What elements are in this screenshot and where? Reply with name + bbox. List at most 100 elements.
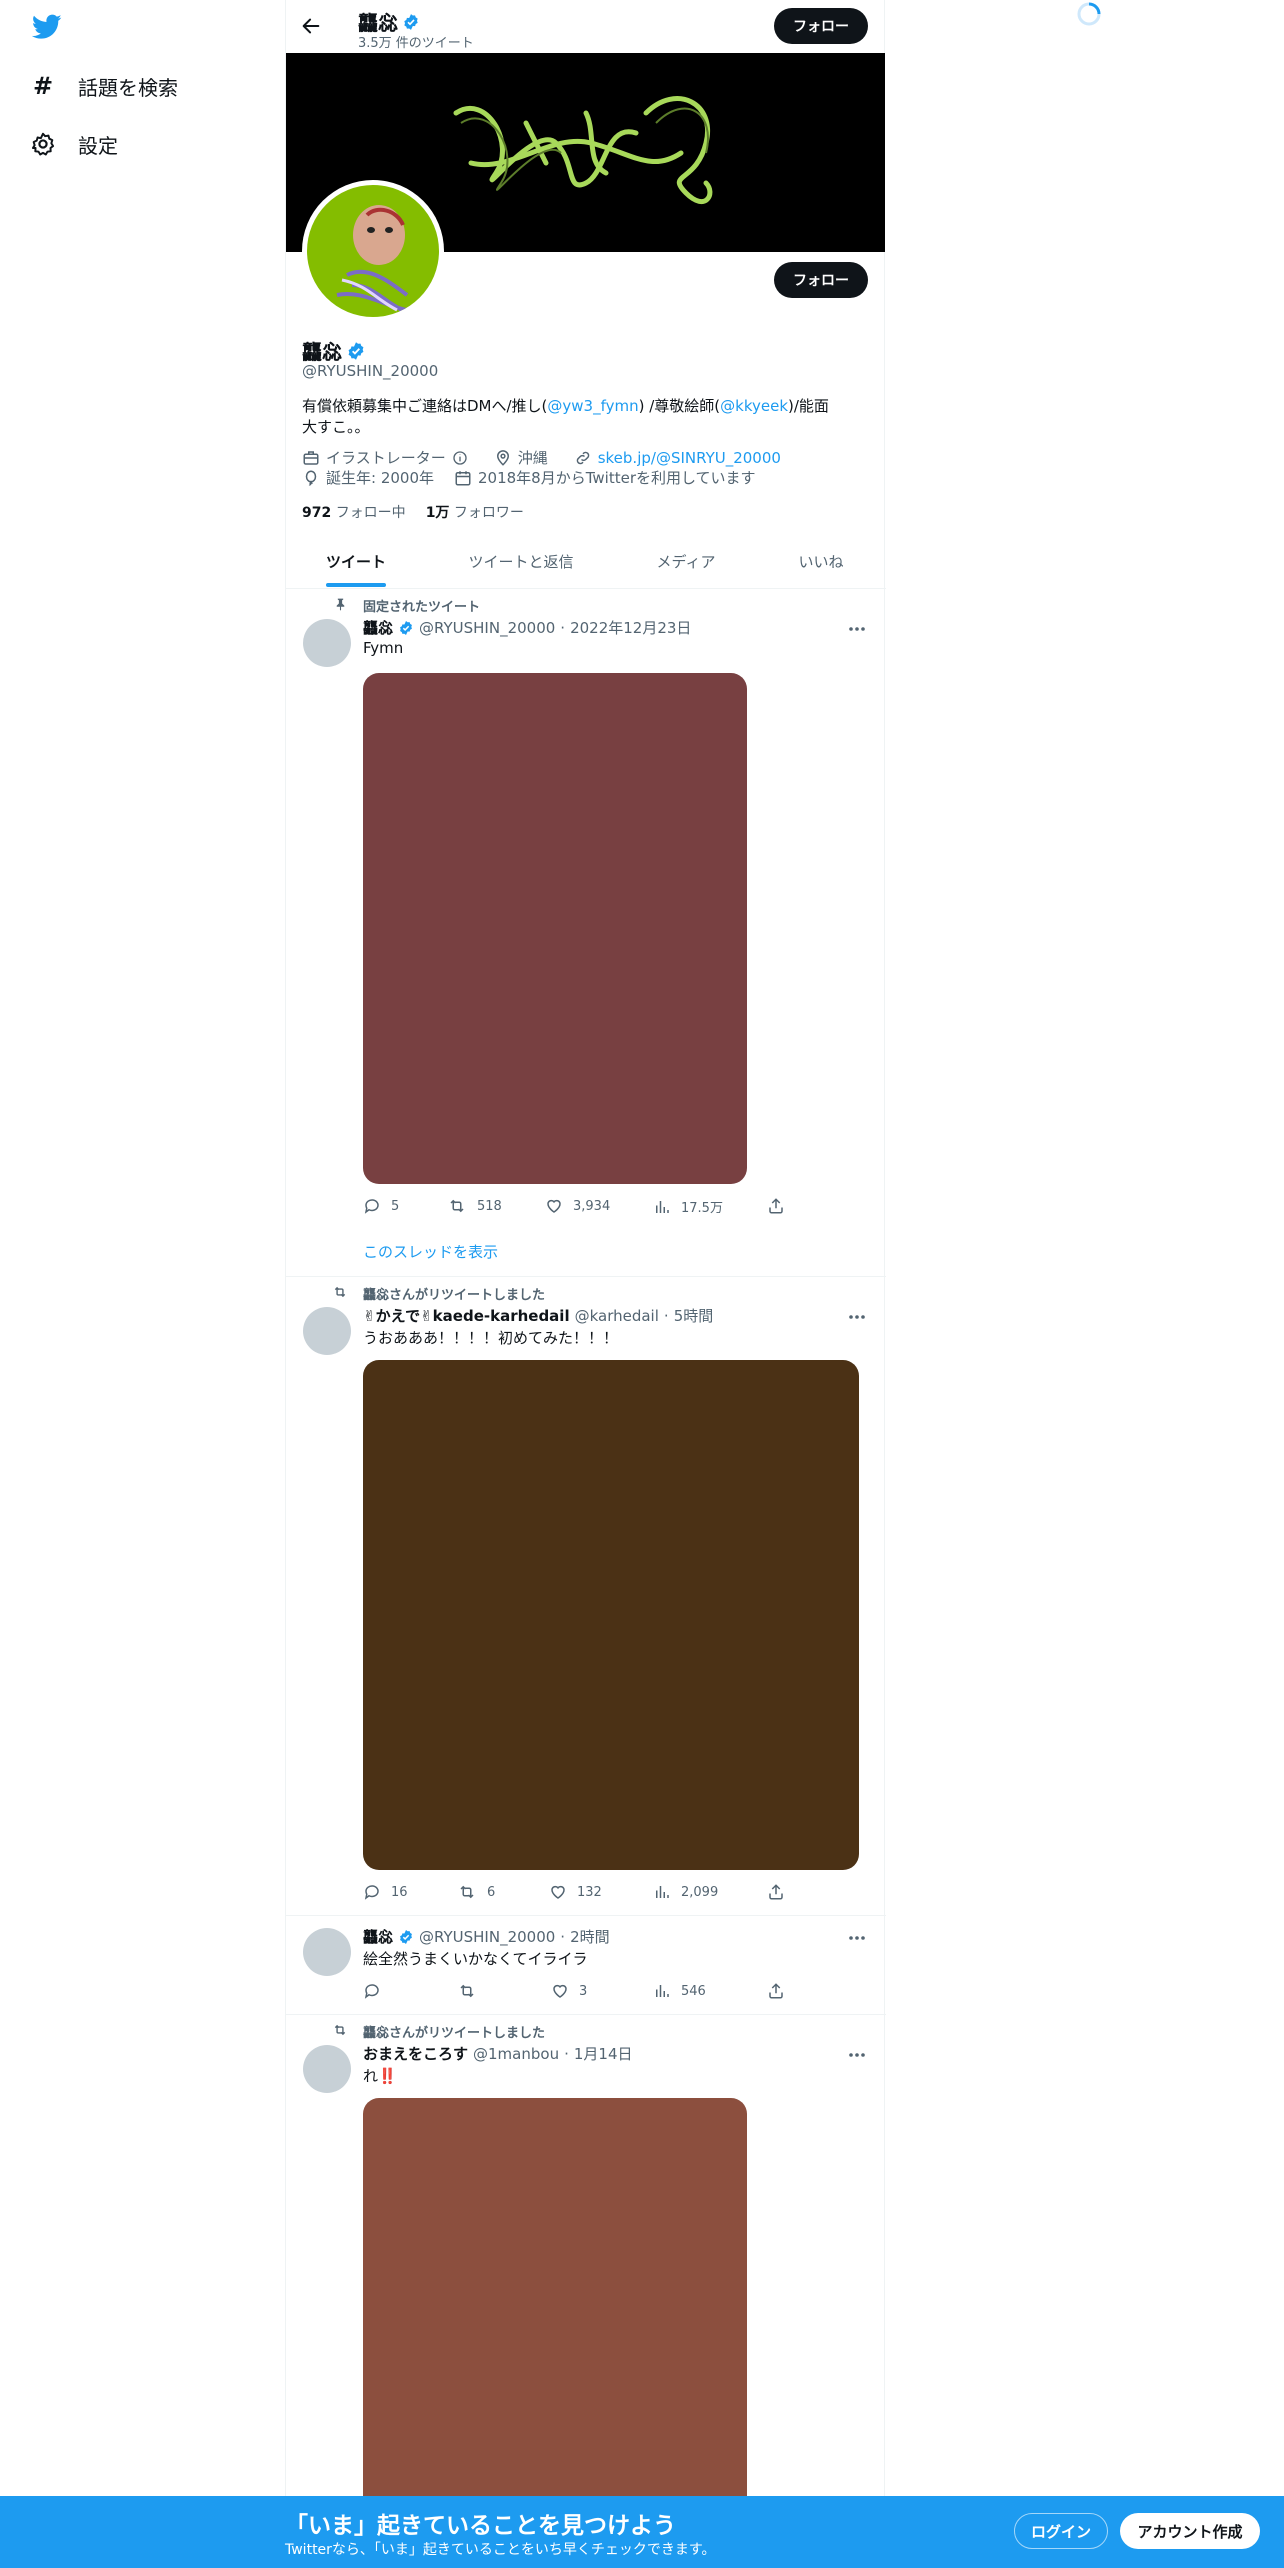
profile-handle: @RYUSHIN_20000 xyxy=(302,362,439,380)
tab-media[interactable]: メディア xyxy=(616,535,756,587)
sidebar-item-settings[interactable]: 設定 xyxy=(30,124,118,164)
hashtag-icon: # xyxy=(32,72,54,100)
tweet-time[interactable]: 5時間 xyxy=(674,1305,714,1326)
views-button[interactable]: 546 xyxy=(653,1982,706,2000)
separator-dot: · xyxy=(560,618,566,637)
tab-tweets-and-replies[interactable]: ツイートと返信 xyxy=(426,535,616,587)
separator-dot: · xyxy=(560,1927,566,1946)
reply-button[interactable]: 5 xyxy=(363,1197,399,1215)
reply-icon xyxy=(363,1883,381,1901)
views-button[interactable]: 2,099 xyxy=(653,1883,718,1901)
bio-mention-link[interactable]: @yw3_fymn xyxy=(547,397,638,415)
profile-url-link[interactable]: skeb.jp/@SINRYU_20000 xyxy=(598,449,781,467)
more-options-icon[interactable] xyxy=(845,2045,869,2065)
header-follow-button[interactable]: フォロー xyxy=(774,8,868,44)
bio-mention-link[interactable]: @kkyeek xyxy=(720,397,788,415)
profile-location: 沖縄 xyxy=(517,449,548,467)
back-arrow-icon[interactable] xyxy=(300,15,322,37)
verified-badge-icon xyxy=(398,1929,414,1945)
like-button[interactable]: 3 xyxy=(551,1982,587,2000)
signup-button[interactable]: アカウント作成 xyxy=(1120,2513,1260,2549)
tweet[interactable]: 龘惢さんがリツイートしました ✌かえで✌kaede-karhedail @kar… xyxy=(286,1277,885,1915)
profile-joined: 2018年8月からTwitterを利用しています xyxy=(478,469,756,487)
profile-birth: 誕生年: 2000年 xyxy=(326,469,434,487)
bio-text: ) /尊敬絵師( xyxy=(638,397,721,415)
share-icon xyxy=(767,1197,785,1215)
retweet-button[interactable]: 518 xyxy=(447,1197,502,1215)
reply-icon xyxy=(363,1197,381,1215)
tweet-author-name[interactable]: 龘惢 xyxy=(363,617,393,638)
more-options-icon[interactable] xyxy=(845,1928,869,1948)
tweet-text: 絵全然うまくいかなくてイライラ xyxy=(363,1950,588,1968)
sidebar-item-explore[interactable]: # 話題を検索 xyxy=(30,66,178,106)
reply-icon xyxy=(363,1982,381,2000)
separator-dot: · xyxy=(663,1306,669,1325)
tweet[interactable]: 龘惢 @RYUSHIN_20000 · 2時間 絵全然うまくいかなくてイライラ … xyxy=(286,1916,885,2014)
avatar[interactable] xyxy=(303,2045,351,2093)
reply-button[interactable] xyxy=(363,1982,391,2000)
tweet-author-handle[interactable]: @RYUSHIN_20000 xyxy=(419,1928,555,1946)
pin-icon xyxy=(334,597,347,611)
main-column: 龘惢 3.5万 件のツイート フォロー フォロー 龘惢 @RYUSHIN_200… xyxy=(285,0,886,2568)
tweet-author-name[interactable]: 龘惢 xyxy=(363,1926,393,1947)
tweet-actions: 5 518 3,934 17.5万 xyxy=(363,1197,793,1219)
share-button[interactable] xyxy=(767,1883,785,1901)
verified-badge-icon xyxy=(402,13,420,31)
twitter-logo-icon[interactable] xyxy=(32,14,62,40)
signup-banner: 「いま」起きていることを見つけよう Twitterなら、「いま」起きていることを… xyxy=(0,2496,1284,2568)
profile-avatar[interactable] xyxy=(302,180,444,322)
loading-spinner-icon xyxy=(1076,1,1102,27)
profile-category: イラストレーター xyxy=(326,449,446,467)
retweet-count: 6 xyxy=(487,1884,496,1900)
share-button[interactable] xyxy=(767,1197,785,1215)
header-tweet-count: 3.5万 件のツイート xyxy=(358,36,474,51)
avatar[interactable] xyxy=(303,619,351,667)
tweet-author-handle[interactable]: @RYUSHIN_20000 xyxy=(419,619,555,637)
tweet-media-image[interactable] xyxy=(363,673,747,1184)
tweet-author-handle[interactable]: @karhedail xyxy=(575,1307,659,1325)
show-thread-link[interactable]: このスレッドを表示 xyxy=(363,1241,498,1262)
tweet[interactable]: 龘惢さんがリツイートしました おまえをころす @1manbou · 1月14日 … xyxy=(286,2015,885,2496)
share-button[interactable] xyxy=(767,1982,785,2000)
more-options-icon[interactable] xyxy=(845,619,869,639)
tweet-time[interactable]: 2022年12月23日 xyxy=(570,617,691,638)
retweet-button[interactable] xyxy=(457,1982,487,2000)
tweet-media-image[interactable] xyxy=(363,1360,859,1870)
like-button[interactable]: 132 xyxy=(549,1883,602,1901)
like-button[interactable]: 3,934 xyxy=(545,1197,610,1215)
avatar[interactable] xyxy=(303,1307,351,1355)
profile-follow-button[interactable]: フォロー xyxy=(774,262,868,298)
more-options-icon[interactable] xyxy=(845,1307,869,1327)
avatar[interactable] xyxy=(303,1928,351,1976)
tab-tweets[interactable]: ツイート xyxy=(286,535,426,587)
followers-link[interactable]: 1万 フォロワー xyxy=(426,502,524,522)
tweet-author-handle[interactable]: @1manbou xyxy=(473,2045,559,2063)
briefcase-icon xyxy=(302,449,320,467)
analytics-icon xyxy=(653,1198,671,1216)
profile-bio: 有償依頼募集中ご連絡はDMへ/推し(@yw3_fymn) /尊敬絵師(@kkye… xyxy=(302,396,842,438)
tweet-author-name[interactable]: ✌かえで✌kaede-karhedail xyxy=(363,1305,570,1326)
login-button[interactable]: ログイン xyxy=(1014,2513,1108,2549)
info-icon[interactable] xyxy=(452,450,468,466)
tweet[interactable]: 固定されたツイート 龘惢 @RYUSHIN_20000 · 2022年12月23… xyxy=(286,589,885,1275)
tweet-author-name[interactable]: おまえをころす xyxy=(363,2043,468,2064)
tweet-media-image[interactable] xyxy=(363,2098,747,2496)
views-button[interactable]: 17.5万 xyxy=(653,1197,723,1216)
tweet-time[interactable]: 1月14日 xyxy=(574,2043,633,2064)
following-link[interactable]: 972 フォロー中 xyxy=(302,502,406,522)
verified-badge-icon xyxy=(346,341,366,361)
reply-button[interactable]: 16 xyxy=(363,1883,408,1901)
followers-label: フォロワー xyxy=(453,505,524,521)
gear-icon xyxy=(30,131,56,157)
like-count: 132 xyxy=(577,1884,602,1900)
banner-subtitle: Twitterなら、「いま」起きていることをいち早くチェックできます。 xyxy=(285,2542,716,2558)
tab-label: メディア xyxy=(656,552,716,571)
sidebar-item-label: 設定 xyxy=(78,133,118,158)
reply-count: 16 xyxy=(391,1884,408,1900)
retweet-button[interactable]: 6 xyxy=(457,1883,495,1901)
share-icon xyxy=(767,1982,785,2000)
verified-badge-icon xyxy=(398,620,414,636)
tab-likes[interactable]: いいね xyxy=(756,535,886,587)
sidebar-item-label: 話題を検索 xyxy=(78,75,178,100)
tweet-time[interactable]: 2時間 xyxy=(570,1926,610,1947)
